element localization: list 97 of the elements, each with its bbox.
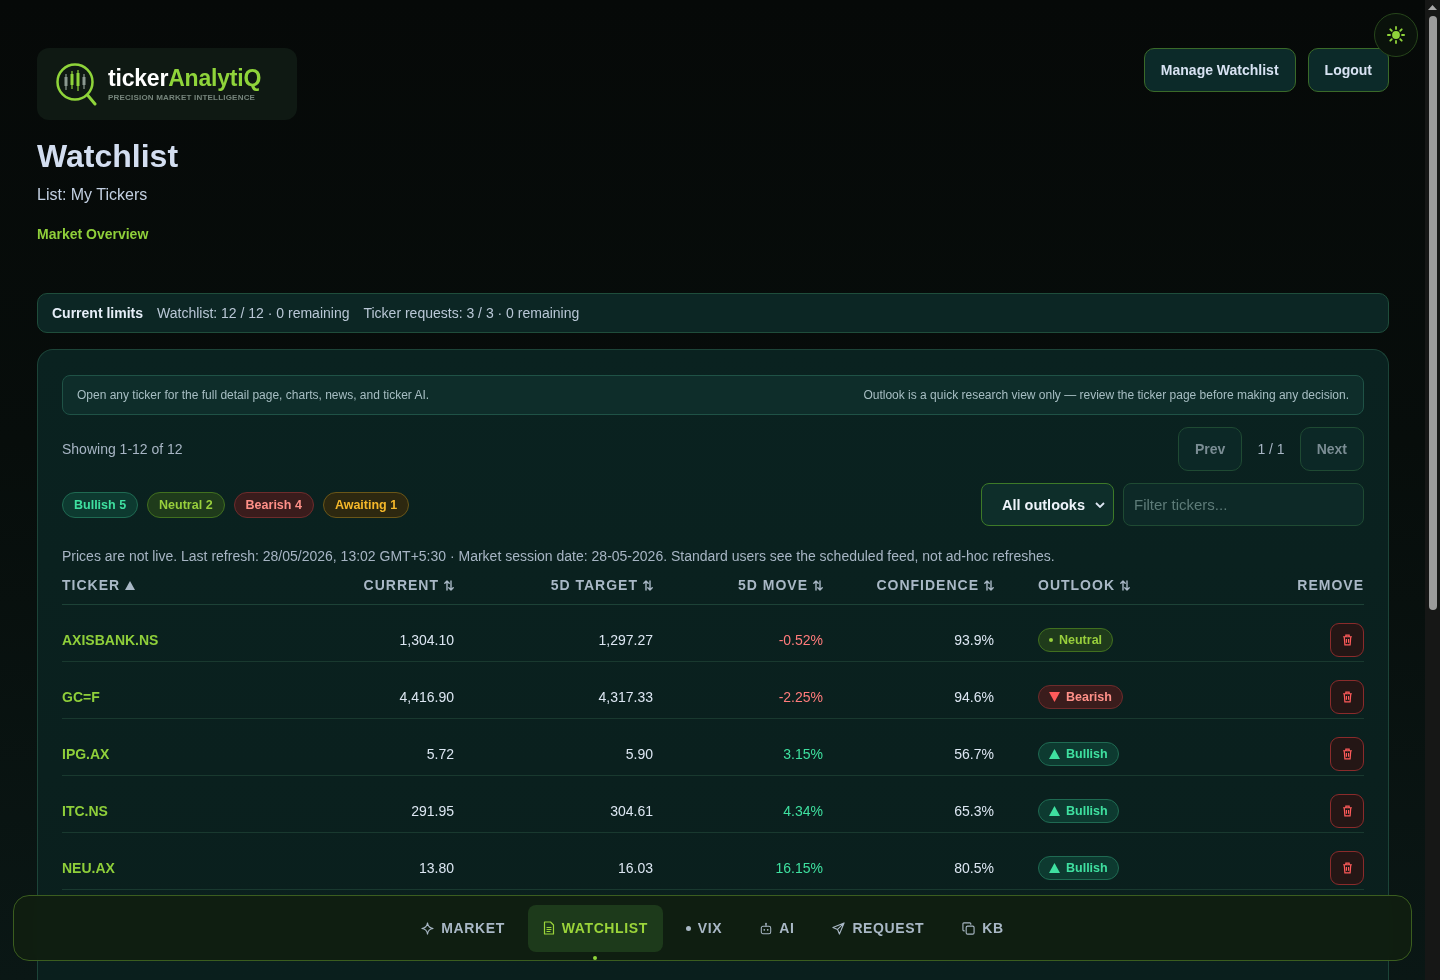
remove-button[interactable] <box>1330 622 1364 657</box>
showing-count: Showing 1-12 of 12 <box>62 441 183 457</box>
scrollbar-thumb[interactable] <box>1428 16 1437 610</box>
filter-chip[interactable]: Awaiting 1 <box>322 491 410 518</box>
brand-tagline: PRECISION MARKET INTELLIGENCE <box>108 92 256 103</box>
page-title: Watchlist <box>37 137 179 175</box>
limit-text: Watchlist: 12 / 12 · 0 remaining <box>157 305 350 321</box>
remove-button[interactable] <box>1330 850 1364 885</box>
trash-icon <box>1341 747 1353 760</box>
table-cell: 56.7% <box>954 745 994 762</box>
limit-text: Ticker requests: 3 / 3 · 0 remaining <box>363 305 580 321</box>
document-icon <box>542 921 555 935</box>
ticker-link[interactable]: GC=F <box>62 688 100 705</box>
triangle-up-icon <box>1049 748 1060 759</box>
price-note: Prices are not live. Last refresh: 28/05/2026, 13:02 GMT+5:30 · Market session date: 28-05-2026. Standard users see the scheduled feed, not ad-hoc refreshes. <box>62 547 1056 566</box>
table-cell: 13.80 <box>418 859 454 876</box>
manage-watchlist-button[interactable]: Manage Watchlist <box>1143 48 1296 92</box>
filter-chip[interactable]: Neutral 2 <box>147 491 225 518</box>
table-cell: 16.03 <box>617 859 653 876</box>
triangle-down-icon <box>1049 691 1060 702</box>
column-header: REMOVE <box>1297 577 1364 593</box>
trash-icon <box>1341 804 1353 817</box>
active-dot-icon <box>593 955 598 960</box>
outlook-label: Bearish <box>1066 689 1112 704</box>
table-cell: 4,416.90 <box>399 688 454 705</box>
paper-plane-icon <box>832 921 846 935</box>
remove-button[interactable] <box>1330 793 1364 828</box>
filter-chip[interactable]: Bullish 5 <box>62 491 139 518</box>
sort-ascending-icon <box>125 580 136 590</box>
outlook-dropdown[interactable]: All outlooks <box>981 483 1114 526</box>
column-header[interactable]: 5D TARGET <box>550 577 653 593</box>
sparkle-icon <box>421 921 435 935</box>
copy-icon <box>962 921 976 935</box>
nav-tab[interactable]: REQUEST <box>817 904 940 952</box>
table-cell: 93.9% <box>954 631 994 648</box>
notice-text: Outlook is a quick research view only — review the ticker page before making any decision. <box>863 388 1349 402</box>
trash-icon <box>1341 861 1353 874</box>
outlook-label: Bullish <box>1066 746 1108 761</box>
table-cell: 5.90 <box>625 745 653 762</box>
table-cell: -2.25% <box>778 688 823 705</box>
sort-icon <box>444 579 454 591</box>
table-cell: 1,304.10 <box>399 631 454 648</box>
column-header[interactable]: OUTLOOK <box>1038 577 1130 593</box>
chevron-down-icon <box>1095 501 1105 508</box>
ticker-link[interactable]: ITC.NS <box>62 802 108 819</box>
table-cell: 65.3% <box>954 802 994 819</box>
table-cell: 3.15% <box>783 745 823 762</box>
sun-icon <box>1387 26 1405 44</box>
table-cell: 1,297.27 <box>598 631 653 648</box>
table-cell: 94.6% <box>954 688 994 705</box>
list-name: List: My Tickers <box>37 185 148 205</box>
sort-icon <box>984 579 994 591</box>
dot-icon <box>685 925 691 931</box>
outlook-label: Bullish <box>1066 860 1108 875</box>
filter-input[interactable]: Filter tickers... <box>1123 483 1364 526</box>
brand-name: tickerAnalytiQ <box>108 65 262 90</box>
table-cell: 5.72 <box>426 745 454 762</box>
table-cell: 4.34% <box>783 802 823 819</box>
remove-button[interactable] <box>1330 736 1364 771</box>
market-overview-link[interactable]: Market Overview <box>37 224 149 244</box>
dot-icon <box>1049 637 1053 642</box>
column-header[interactable]: 5D MOVE <box>738 577 823 593</box>
outlook-label: Bullish <box>1066 803 1108 818</box>
sort-icon <box>1120 579 1130 591</box>
notice-text: Open any ticker for the full detail page, charts, news, and ticker AI. <box>77 388 430 402</box>
table-cell: 291.95 <box>411 802 454 819</box>
ticker-link[interactable]: IPG.AX <box>62 745 110 762</box>
nav-tab[interactable]: KB <box>947 904 1019 952</box>
ticker-link[interactable]: NEU.AX <box>62 859 115 876</box>
table-cell: -0.52% <box>778 631 823 648</box>
sort-icon <box>813 579 823 591</box>
triangle-up-icon <box>1049 805 1060 816</box>
nav-tab[interactable]: MARKET <box>406 904 520 952</box>
nav-tab[interactable]: VIX <box>670 904 738 952</box>
logout-button[interactable]: Logout <box>1307 48 1389 92</box>
sort-icon <box>643 579 653 591</box>
outlook-label: Neutral <box>1059 632 1103 647</box>
nav-tab[interactable]: AI <box>745 904 810 952</box>
remove-button[interactable] <box>1330 679 1364 714</box>
trash-icon <box>1341 690 1353 703</box>
theme-toggle-button[interactable] <box>1374 13 1418 57</box>
limits-label: Current limits <box>52 305 143 321</box>
table-cell: 4,317.33 <box>598 688 653 705</box>
column-header[interactable]: CONFIDENCE <box>876 577 994 593</box>
trash-icon <box>1341 633 1353 646</box>
table-cell: 16.15% <box>775 859 823 876</box>
robot-icon <box>760 921 773 935</box>
table-cell: 304.61 <box>610 802 653 819</box>
page-indicator: 1 / 1 <box>1257 441 1285 457</box>
ticker-link[interactable]: AXISBANK.NS <box>62 631 159 648</box>
magnifier-chart-icon <box>55 62 97 106</box>
column-header[interactable]: TICKER <box>62 577 136 593</box>
filter-chip[interactable]: Bearish 4 <box>233 491 314 518</box>
scroll-up-arrow-icon <box>1428 5 1437 10</box>
triangle-up-icon <box>1049 862 1060 873</box>
table-cell: 80.5% <box>954 859 994 876</box>
column-header[interactable]: CURRENT <box>363 577 454 593</box>
